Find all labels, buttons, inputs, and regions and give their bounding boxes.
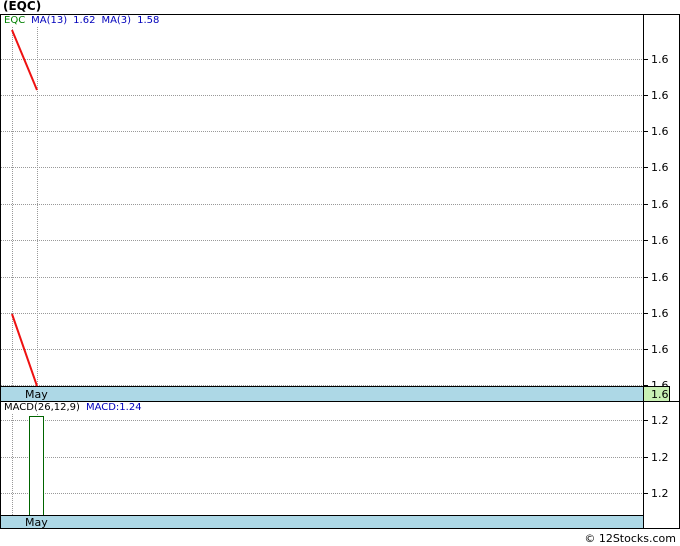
legend-ma3-value: 1.58 <box>137 15 160 26</box>
price-y-tick-label: 1.6 <box>651 89 669 102</box>
site-credit: © 12Stocks.com <box>584 532 676 545</box>
macd-legend: MACD(26,12,9) MACD:1.24 <box>4 402 142 413</box>
price-y-tick-label: 1.6 <box>651 234 669 247</box>
legend-ma13-label: MA(13) <box>31 15 68 26</box>
macd-bar <box>29 416 44 516</box>
price-y-tick-label: 1.6 <box>651 198 669 211</box>
last-price-label: 1.6 <box>651 388 669 401</box>
price-y-tick-label: 1.6 <box>651 161 669 174</box>
price-y-tick-label: 1.6 <box>651 307 669 320</box>
legend-ma3-label: MA(3) <box>101 15 132 26</box>
macd-y-tick-label: 1.2 <box>651 414 669 427</box>
macd-y-tick-label: 1.2 <box>651 451 669 464</box>
price-frame <box>0 14 680 402</box>
price-x-axis-band <box>0 386 644 402</box>
price-chart: 1.61.61.61.61.61.61.61.61.61.6May 1.6 <box>0 14 680 402</box>
page-title: (EQC) <box>3 0 42 13</box>
macd-chart: 1.2 1.2 1.2 May <box>0 401 680 529</box>
price-y-tick-label: 1.6 <box>651 271 669 284</box>
price-legend: EQC MA(13) 1.62 MA(3) 1.58 <box>4 15 160 26</box>
legend-ma13-value: 1.62 <box>73 15 96 26</box>
price-y-tick-label: 1.6 <box>651 343 669 356</box>
price-x-tick-label: May <box>25 388 48 401</box>
price-y-tick-label: 1.6 <box>651 53 669 66</box>
legend-symbol: EQC <box>4 15 26 26</box>
legend-macd-value: MACD:1.24 <box>85 402 142 413</box>
macd-x-axis-band <box>0 515 644 529</box>
price-y-tick-label: 1.6 <box>651 125 669 138</box>
macd-y-tick-label: 1.2 <box>651 487 669 500</box>
legend-macd-label: MACD(26,12,9) <box>4 402 80 413</box>
macd-x-tick-label: May <box>25 516 48 529</box>
